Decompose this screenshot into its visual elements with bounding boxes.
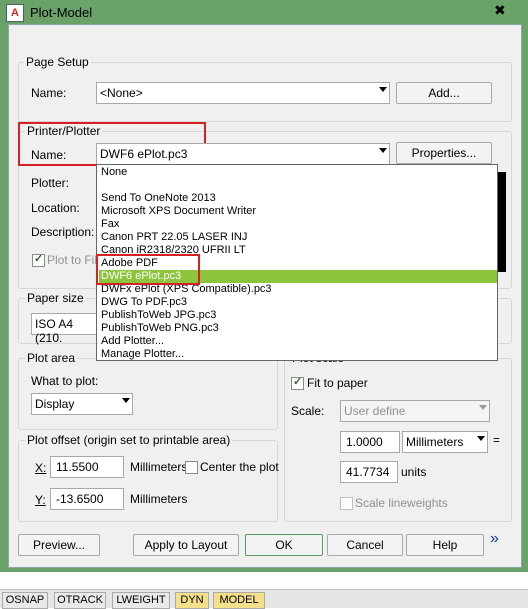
- status-bar: OSNAP OTRACK LWEIGHT DYN MODEL: [0, 589, 528, 609]
- offset-y-unit: Millimeters: [130, 492, 188, 506]
- what-to-plot-label: What to plot:: [31, 374, 99, 388]
- plotter-label: Plotter:: [31, 176, 70, 190]
- center-plot-checkbox[interactable]: [185, 461, 198, 474]
- status-dyn[interactable]: DYN: [175, 592, 209, 609]
- paper-size-label: Paper size: [25, 291, 86, 305]
- description-label: Description:: [31, 225, 95, 239]
- units-label: units: [401, 465, 427, 479]
- add-page-setup-button[interactable]: Add...: [396, 82, 492, 104]
- status-model[interactable]: MODEL: [213, 592, 265, 609]
- printer-option[interactable]: DWG To PDF.pc3: [99, 296, 497, 309]
- printer-option[interactable]: PublishToWeb JPG.pc3: [99, 309, 497, 322]
- status-otrack[interactable]: OTRACK: [54, 592, 106, 609]
- printer-option[interactable]: None: [99, 166, 497, 179]
- printer-value: DWF6 ePlot.pc3: [100, 147, 188, 161]
- scale-denominator-input[interactable]: 41.7734: [340, 461, 398, 483]
- center-plot-label: Center the plot: [200, 460, 279, 474]
- plot-offset-label: Plot offset (origin set to printable are…: [25, 433, 233, 447]
- offset-x-input[interactable]: 11.5500: [50, 456, 124, 478]
- plot-to-file-checkbox[interactable]: [32, 252, 45, 267]
- offset-x-label: X:: [35, 461, 47, 475]
- chevron-down-icon: [122, 398, 130, 403]
- plot-area-label: Plot area: [25, 351, 78, 365]
- chevron-down-icon: [379, 148, 387, 153]
- fit-to-paper-checkbox[interactable]: [291, 375, 304, 390]
- printer-option[interactable]: Manage Plotter...: [99, 348, 497, 361]
- paper-size-value: ISO A4 (210.: [35, 317, 74, 345]
- scale-label: Scale:: [291, 404, 325, 418]
- scale-lineweights-checkbox[interactable]: [340, 497, 353, 510]
- chevron-down-icon: [479, 405, 487, 410]
- scale-select[interactable]: User define: [340, 400, 490, 422]
- printer-option: [99, 179, 497, 192]
- scale-unit-select[interactable]: Millimeters: [402, 431, 488, 453]
- page-setup-label: Page Setup: [24, 55, 91, 69]
- location-label: Location:: [31, 201, 80, 215]
- scale-value: User define: [344, 404, 406, 418]
- printer-option[interactable]: Microsoft XPS Document Writer: [99, 205, 497, 218]
- printer-name-label: Name:: [31, 148, 67, 162]
- paper-size-select[interactable]: ISO A4 (210.: [31, 313, 103, 345]
- chevron-down-icon: [477, 436, 485, 441]
- dialog-title: Plot-Model: [30, 5, 93, 20]
- selection-highlight-box: [96, 254, 200, 285]
- apply-to-layout-button[interactable]: Apply to Layout: [133, 534, 239, 556]
- scale-lineweights-label: Scale lineweights: [355, 496, 448, 510]
- scale-unit-value: Millimeters: [406, 435, 464, 449]
- close-icon[interactable]: ✖: [494, 2, 506, 19]
- page-setup-select[interactable]: <None>: [96, 82, 390, 104]
- properties-button[interactable]: Properties...: [396, 142, 492, 164]
- help-button[interactable]: Help: [406, 534, 484, 556]
- app-icon: A: [6, 4, 24, 22]
- scale-numerator-input[interactable]: 1.0000: [340, 431, 400, 453]
- offset-y-input[interactable]: -13.6500: [50, 488, 124, 510]
- ok-button[interactable]: OK: [245, 534, 323, 556]
- offset-x-unit: Millimeters: [130, 460, 188, 474]
- printer-select[interactable]: DWF6 ePlot.pc3: [96, 143, 390, 165]
- cancel-button[interactable]: Cancel: [327, 534, 403, 556]
- chevron-down-icon: [379, 87, 387, 92]
- preview-button[interactable]: Preview...: [18, 534, 100, 556]
- page-setup-value: <None>: [100, 86, 143, 100]
- status-lweight[interactable]: LWEIGHT: [112, 592, 170, 609]
- page-setup-name-label: Name:: [31, 86, 67, 100]
- what-to-plot-select[interactable]: Display: [31, 393, 133, 415]
- printer-option[interactable]: Add Plotter...: [99, 335, 497, 348]
- fit-to-paper-label: Fit to paper: [307, 376, 368, 390]
- printer-option[interactable]: Fax: [99, 218, 497, 231]
- expand-icon[interactable]: »: [490, 530, 499, 548]
- offset-y-label: Y:: [35, 493, 46, 507]
- printer-option[interactable]: PublishToWeb PNG.pc3: [99, 322, 497, 335]
- preview-strip: [498, 172, 506, 272]
- equals-sign: =: [493, 433, 501, 447]
- printer-option[interactable]: Canon PRT 22.05 LASER INJ: [99, 231, 497, 244]
- printer-option[interactable]: Send To OneNote 2013: [99, 192, 497, 205]
- status-osnap[interactable]: OSNAP: [2, 592, 48, 609]
- what-to-plot-value: Display: [35, 397, 75, 411]
